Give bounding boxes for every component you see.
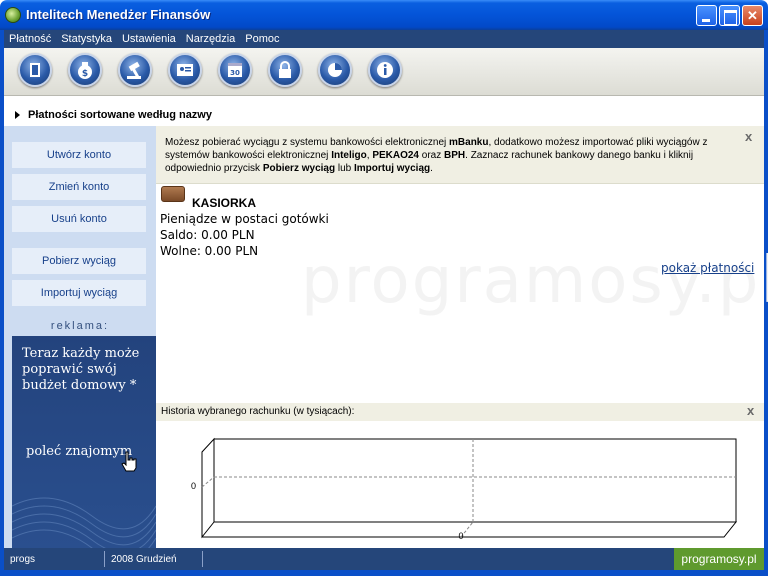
pie-chart-icon[interactable] (318, 53, 352, 87)
close-button[interactable]: ✕ (742, 5, 763, 26)
ad-label: reklama: (50, 320, 110, 332)
svg-text:$: $ (82, 69, 88, 79)
delete-account-button[interactable]: Usuń konto (12, 206, 146, 232)
watermark: programosy.pl (301, 244, 768, 318)
book-icon[interactable] (18, 53, 52, 87)
status-month: 2008 Grudzień (111, 554, 177, 565)
menu-platnosc[interactable]: Płatność (4, 30, 56, 47)
status-separator (104, 551, 105, 567)
toolbar: $ 30 (4, 48, 764, 96)
chart-back-wall (213, 438, 737, 523)
contacts-card-icon[interactable] (168, 53, 202, 87)
menu-ustawienia[interactable]: Ustawienia (117, 30, 181, 47)
window-title: Intelitech Menedżer Finansów (26, 7, 211, 22)
info-text: Możesz pobierać wyciągu z systemu bankow… (165, 137, 708, 174)
menu-narzedzia[interactable]: Narzędzia (181, 30, 241, 47)
close-history-icon[interactable]: x (747, 403, 754, 418)
download-statement-button[interactable]: Pobierz wyciąg (12, 248, 146, 274)
ad-banner[interactable]: Teraz każdy może poprawić swój budżet do… (12, 336, 156, 548)
menu-bar: Płatność Statystyka Ustawienia Narzędzia Pom… (4, 30, 764, 48)
sidebar: Utwórz konto Zmień konto Usuń konto Pobi… (4, 126, 156, 548)
padlock-icon[interactable] (268, 53, 302, 87)
history-chart: 0 0 (191, 437, 738, 541)
history-title: Historia wybranego rachunku (w tysiącach… (161, 406, 355, 417)
caret-right-icon (15, 111, 20, 119)
import-statement-button[interactable]: Importuj wyciąg (12, 280, 146, 306)
minimize-button[interactable] (696, 5, 717, 26)
chart-floor (201, 521, 738, 538)
svg-text:30: 30 (230, 69, 240, 77)
status-user: progs (10, 554, 36, 565)
account-wolne: Wolne: 0.00 PLN (160, 244, 259, 258)
x-tick-label: 0 (458, 531, 463, 541)
create-account-button[interactable]: Utwórz konto (12, 142, 146, 168)
ad-recommend-link[interactable]: poleć znajomym (26, 444, 132, 459)
status-bar: progs 2008 Grudzień programosy.pl (4, 548, 764, 570)
y-tick-label: 0 (191, 481, 196, 491)
wallet-icon (161, 186, 185, 202)
maximize-button[interactable] (719, 5, 740, 26)
info-icon[interactable] (368, 53, 402, 87)
menu-pomoc[interactable]: Pomoc (240, 30, 284, 47)
gavel-icon[interactable] (118, 53, 152, 87)
show-payments-link[interactable]: pokaż płatności (661, 261, 754, 275)
money-bag-icon[interactable]: $ (68, 53, 102, 87)
history-header: Historia wybranego rachunku (w tysiącach… (156, 403, 764, 421)
section-header[interactable]: Płatności sortowane według nazwy (4, 104, 764, 126)
hand-cursor-icon (121, 451, 137, 472)
status-separator (202, 551, 203, 567)
menu-statystyka[interactable]: Statystyka (56, 30, 117, 47)
window-frame-bottom (0, 570, 768, 576)
ad-text: Teraz każdy może poprawić swój budżet do… (22, 346, 140, 393)
close-info-icon[interactable]: x (745, 129, 752, 144)
edit-account-button[interactable]: Zmień konto (12, 174, 146, 200)
account-name: KASIORKA (192, 196, 257, 210)
chart-side-wall (201, 437, 215, 539)
app-icon (5, 7, 21, 23)
info-box: Możesz pobierać wyciągu z systemu bankow… (156, 126, 764, 184)
brand-badge: programosy.pl (674, 548, 764, 570)
account-description: Pieniądze w postaci gotówki (160, 212, 329, 226)
title-bar[interactable]: Intelitech Menedżer Finansów ✕ (0, 0, 768, 30)
calendar-icon[interactable]: 30 (218, 53, 252, 87)
account-saldo: Saldo: 0.00 PLN (160, 228, 255, 242)
main-panel: programosy.pl Możesz pobierać wyciągu z … (156, 126, 768, 548)
section-title: Płatności sortowane według nazwy (28, 109, 212, 121)
ad-wave-decoration (12, 497, 156, 548)
